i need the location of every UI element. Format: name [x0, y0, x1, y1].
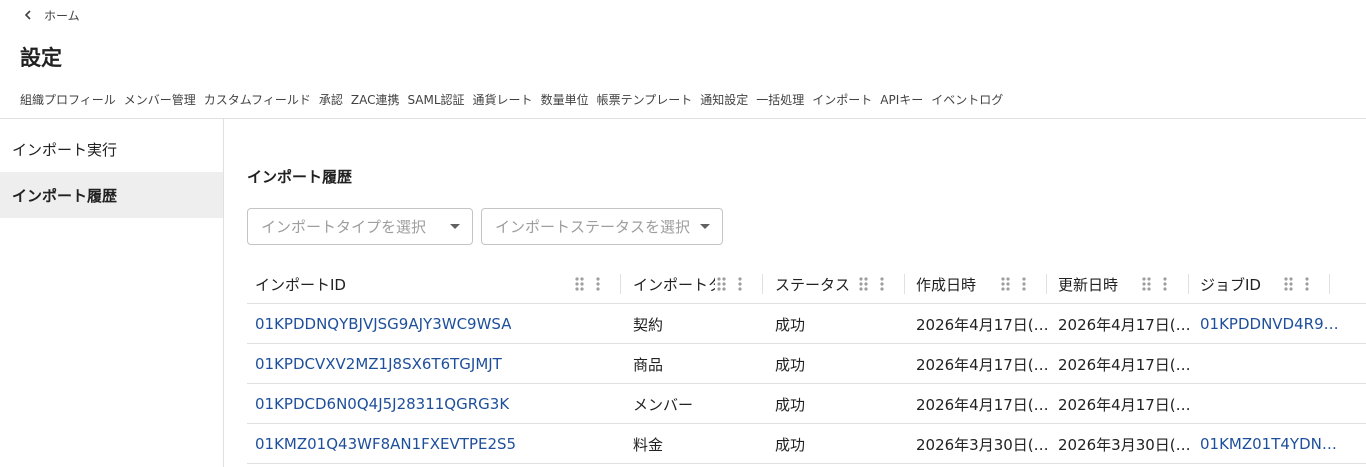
caret-down-icon [450, 224, 460, 229]
tab-bulk-processing[interactable]: 一括処理 [756, 91, 804, 108]
drag-handle-and-kebab-icon [1142, 277, 1167, 291]
updated-at-cell: 2026年3月30日(… [1058, 435, 1191, 454]
import-type-cell: 契約 [633, 315, 664, 334]
status-cell: 成功 [775, 395, 806, 414]
tab-quantity-units[interactable]: 数量単位 [541, 91, 589, 108]
caret-down-icon [700, 224, 710, 229]
tab-import[interactable]: インポート [812, 91, 872, 108]
column-header-updated[interactable]: 更新日時 [1058, 264, 1142, 304]
tab-org-profile[interactable]: 組織プロフィール [20, 91, 116, 108]
tab-member-management[interactable]: メンバー管理 [124, 91, 196, 108]
tab-notifications[interactable]: 通知設定 [700, 91, 748, 108]
settings-tabs: 組織プロフィール メンバー管理 カスタムフィールド 承認 ZAC連携 SAML認… [20, 91, 1011, 108]
column-header-job-id[interactable]: ジョブID [1200, 264, 1284, 304]
table-row[interactable]: 01KPDCD6N0Q4J5J28311QGRG3K メンバー 成功 2026年… [247, 384, 1366, 424]
created-at-cell: 2026年3月30日(… [916, 435, 1049, 454]
table-header: インポートID インポートタイプ ステータス 作成日時 更新日時 ジョブID [247, 264, 1366, 304]
column-menu-icon[interactable] [1000, 276, 1030, 292]
tab-form-templates[interactable]: 帳票テンプレート [597, 91, 693, 108]
table-row[interactable]: 01KPDCVXV2MZ1J8SX6T6TGJMJT 商品 成功 2026年4月… [247, 344, 1366, 384]
drag-handle-and-kebab-icon [1001, 277, 1026, 291]
column-separator[interactable] [762, 274, 763, 294]
column-separator[interactable] [1188, 274, 1189, 294]
import-id-link[interactable]: 01KPDCVXV2MZ1J8SX6T6TGJMJT [255, 344, 502, 384]
import-status-placeholder: インポートステータスを選択 [495, 218, 691, 236]
column-menu-icon[interactable] [1141, 276, 1171, 292]
column-menu-icon[interactable] [1283, 276, 1313, 292]
column-menu-icon[interactable] [716, 276, 746, 292]
column-menu-icon[interactable] [574, 276, 604, 292]
column-menu-icon[interactable] [858, 276, 888, 292]
section-title: インポート履歴 [247, 168, 353, 186]
column-separator[interactable] [620, 274, 621, 294]
created-at-cell: 2026年4月17日(… [916, 395, 1049, 414]
sidebar-item-import-history[interactable]: インポート履歴 [0, 172, 223, 218]
sidebar: インポート実行 インポート履歴 [0, 119, 224, 467]
drag-handle-and-kebab-icon [717, 277, 742, 291]
created-at-cell: 2026年4月17日(… [916, 355, 1049, 374]
drag-handle-and-kebab-icon [859, 277, 884, 291]
status-cell: 成功 [775, 435, 806, 454]
import-status-select[interactable]: インポートステータスを選択 [481, 208, 723, 245]
updated-at-cell: 2026年4月17日(… [1058, 315, 1191, 334]
updated-at-cell: 2026年4月17日(… [1058, 355, 1191, 374]
tab-approval[interactable]: 承認 [319, 91, 343, 108]
tab-api-keys[interactable]: APIキー [880, 91, 923, 108]
breadcrumb[interactable]: ホーム [20, 6, 80, 24]
column-separator[interactable] [1046, 274, 1047, 294]
job-id-link[interactable]: 01KMZ01T4YDN… [1200, 424, 1337, 464]
column-header-import-id[interactable]: インポートID [255, 264, 565, 304]
import-type-cell: メンバー [633, 395, 694, 414]
import-type-select[interactable]: インポートタイプを選択 [247, 208, 473, 245]
page-title: 設定 [20, 46, 62, 70]
drag-handle-and-kebab-icon [575, 277, 600, 291]
import-history-table: インポートID インポートタイプ ステータス 作成日時 更新日時 ジョブID 0… [247, 264, 1366, 464]
table-row[interactable]: 01KPDDNQYBJVJSG9AJY3WC9WSA 契約 成功 2026年4月… [247, 304, 1366, 344]
import-type-cell: 商品 [633, 355, 664, 374]
import-type-cell: 料金 [633, 435, 664, 454]
import-id-link[interactable]: 01KMZ01Q43WF8AN1FXEVTPE2S5 [255, 424, 516, 464]
tab-custom-fields[interactable]: カスタムフィールド [204, 91, 311, 108]
table-row[interactable]: 01KMZ01Q43WF8AN1FXEVTPE2S5 料金 成功 2026年3月… [247, 424, 1366, 464]
column-header-status[interactable]: ステータス [775, 264, 859, 304]
column-separator[interactable] [904, 274, 905, 294]
column-header-import-type[interactable]: インポートタイプ [633, 264, 715, 304]
tab-saml[interactable]: SAML認証 [407, 91, 464, 108]
created-at-cell: 2026年4月17日(… [916, 315, 1049, 334]
import-type-placeholder: インポートタイプを選択 [261, 218, 427, 236]
chevron-left-icon [24, 10, 31, 20]
sidebar-item-import-run[interactable]: インポート実行 [0, 126, 223, 172]
import-id-link[interactable]: 01KPDDNQYBJVJSG9AJY3WC9WSA [255, 304, 511, 344]
breadcrumb-home-link[interactable]: ホーム [44, 7, 80, 24]
updated-at-cell: 2026年4月17日(… [1058, 395, 1191, 414]
status-cell: 成功 [775, 315, 806, 334]
import-id-link[interactable]: 01KPDCD6N0Q4J5J28311QGRG3K [255, 384, 509, 424]
tab-zac-integration[interactable]: ZAC連携 [351, 91, 400, 108]
tab-event-log[interactable]: イベントログ [931, 91, 1003, 108]
job-id-link[interactable]: 01KPDDNVD4R9… [1200, 304, 1339, 344]
tab-currency-rates[interactable]: 通貨レート [473, 91, 533, 108]
status-cell: 成功 [775, 355, 806, 374]
drag-handle-and-kebab-icon [1284, 277, 1309, 291]
column-header-created[interactable]: 作成日時 [916, 264, 1000, 304]
column-separator[interactable] [1329, 274, 1330, 294]
